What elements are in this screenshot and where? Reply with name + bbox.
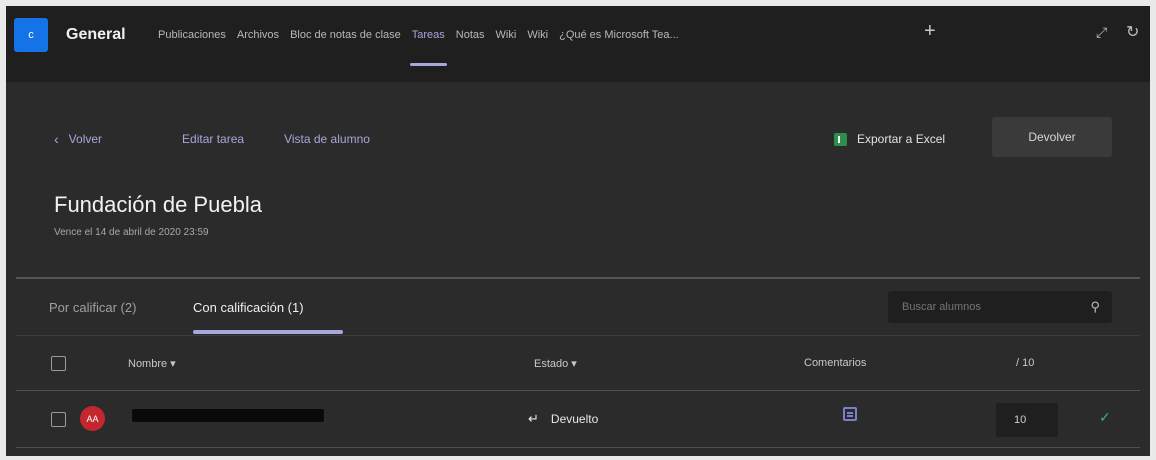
select-all-checkbox[interactable]	[51, 356, 66, 371]
active-tab-indicator	[193, 330, 343, 334]
channel-tabs: Publicaciones Archivos Bloc de notas de …	[158, 29, 690, 66]
assignment-title: Fundación de Puebla	[54, 192, 262, 217]
tab-que-es-teams[interactable]: ¿Qué es Microsoft Tea...	[559, 29, 679, 41]
search-input[interactable]	[902, 301, 1072, 313]
grade-field[interactable]: 10	[996, 403, 1058, 437]
column-max-points: / 10	[1016, 357, 1035, 369]
status-cell: ↵ Devuelto	[528, 411, 598, 427]
chevron-left-icon: ‹	[54, 131, 59, 147]
return-button[interactable]: Devolver	[992, 117, 1112, 157]
student-search: ⚲	[888, 291, 1112, 323]
channel-name: General	[66, 26, 126, 43]
tab-publicaciones[interactable]: Publicaciones	[158, 29, 226, 41]
search-icon[interactable]: ⚲	[1090, 299, 1100, 315]
student-name-redacted[interactable]	[132, 409, 324, 422]
column-comments: Comentarios	[804, 357, 867, 369]
tab-wiki-2[interactable]: Wiki	[527, 29, 548, 41]
grading-tabs: Por calificar (2) Con calificación (1) ⚲	[16, 279, 1140, 335]
avatar: AA	[80, 406, 105, 431]
table-header: Nombre ▾ Estado ▾ Comentarios / 10	[16, 336, 1140, 390]
expand-icon[interactable]: ⤢	[1096, 24, 1107, 41]
channel-tab-bar: c General Publicaciones Archivos Bloc de…	[6, 6, 1150, 82]
tab-tareas[interactable]: Tareas	[409, 29, 447, 66]
assignment-nav: ‹ Volver Editar tarea Vista de alumno	[54, 131, 410, 147]
tab-graded[interactable]: Con calificación (1)	[193, 300, 304, 315]
status-label: Devuelto	[550, 412, 599, 426]
column-name[interactable]: Nombre ▾	[128, 357, 176, 370]
add-tab-icon[interactable]: +	[924, 20, 936, 43]
excel-icon	[834, 132, 847, 146]
divider	[16, 447, 1140, 448]
back-button[interactable]: ‹ Volver	[54, 131, 142, 147]
column-state[interactable]: Estado ▾	[534, 357, 577, 370]
refresh-icon[interactable]: ↻	[1126, 22, 1139, 42]
team-avatar[interactable]: c	[14, 18, 48, 52]
export-label: Exportar a Excel	[857, 132, 946, 146]
tab-bloc-de-notas[interactable]: Bloc de notas de clase	[290, 29, 401, 41]
row-checkbox[interactable]	[51, 412, 66, 427]
tab-archivos[interactable]: Archivos	[237, 29, 279, 41]
export-excel-button[interactable]: Exportar a Excel	[834, 132, 945, 146]
table-row[interactable]: AA ↵ Devuelto 10 ✓	[16, 391, 1140, 447]
teams-window: c General Publicaciones Archivos Bloc de…	[6, 6, 1150, 456]
tab-notas[interactable]: Notas	[456, 29, 485, 41]
tab-to-grade[interactable]: Por calificar (2)	[49, 300, 136, 315]
returned-icon: ↵	[528, 411, 539, 426]
back-label: Volver	[68, 132, 103, 146]
student-view-link[interactable]: Vista de alumno	[284, 132, 370, 146]
check-icon: ✓	[1099, 409, 1111, 425]
tab-wiki-1[interactable]: Wiki	[496, 29, 517, 41]
due-date: Vence el 14 de abril de 2020 23:59	[54, 227, 209, 238]
edit-assignment-link[interactable]: Editar tarea	[182, 132, 244, 146]
comment-icon[interactable]	[843, 407, 857, 421]
assignment-header: ‹ Volver Editar tarea Vista de alumno Ex…	[16, 82, 1140, 277]
